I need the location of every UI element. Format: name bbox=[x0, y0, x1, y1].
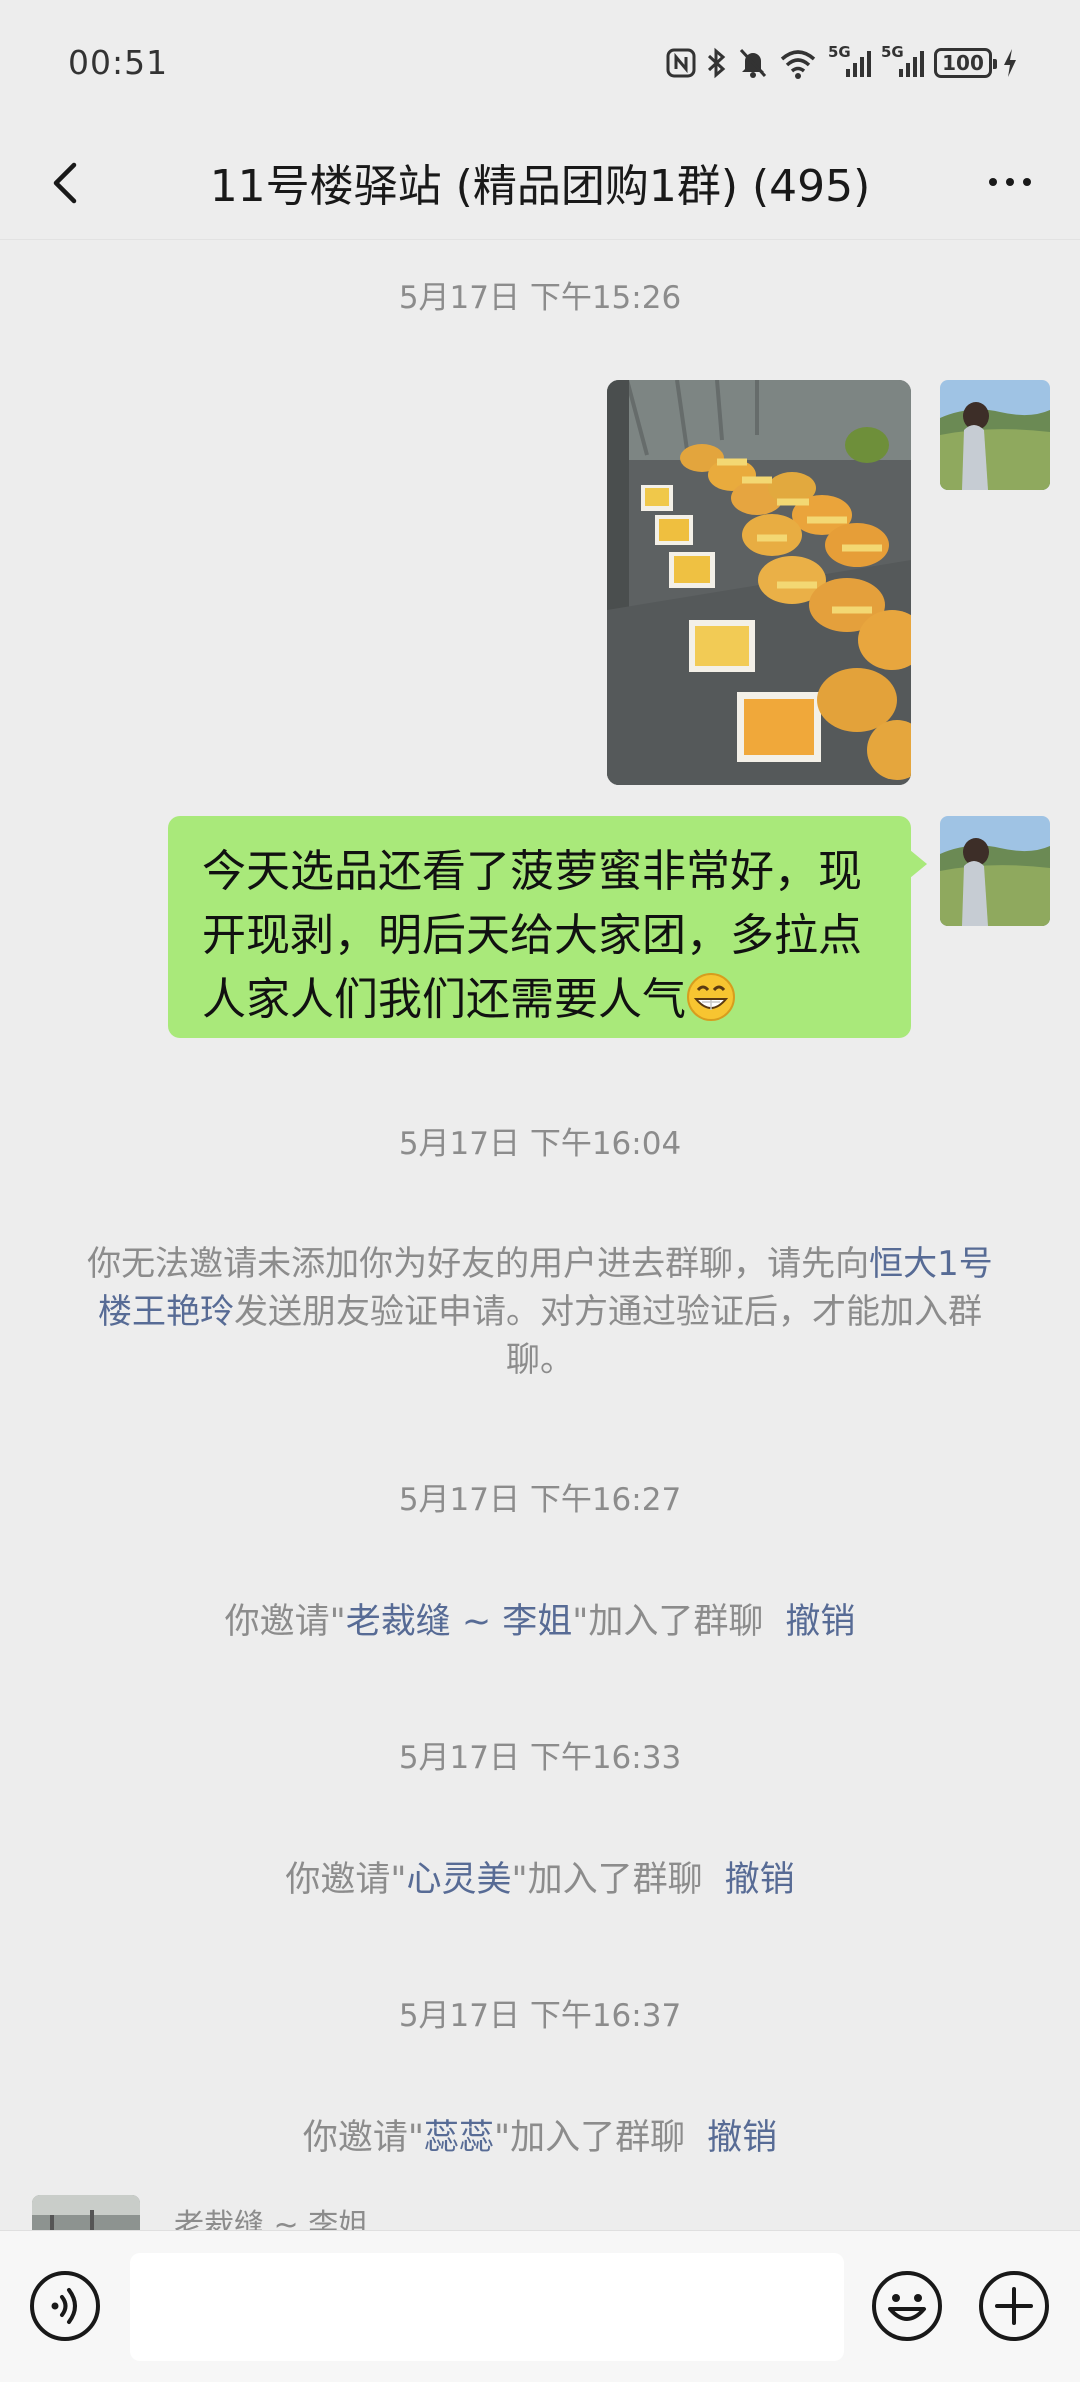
timestamp: 5月17日 下午16:37 bbox=[398, 1998, 682, 2034]
notice-text: 发送朋友验证申请。对方通过验证后，才能加入群聊。 bbox=[234, 1292, 982, 1380]
status-icons: 5G 5G 100 bbox=[666, 43, 1018, 80]
emoji-icon[interactable] bbox=[870, 2269, 944, 2343]
text-message: 今天选品还看了菠萝蜜非常好，现开现剥，明后天给大家团，多拉点人家人们我们还需要人… bbox=[202, 846, 862, 1025]
charging-icon bbox=[1002, 46, 1018, 80]
timestamp: 5月17日 下午16:04 bbox=[398, 1126, 682, 1162]
revoke-button[interactable]: 撤销 bbox=[785, 1602, 855, 1642]
chat-messages[interactable]: 5月17日 下午15:26 今天选品还看了菠萝蜜非常好，现开现剥，明后天给大家团… bbox=[0, 240, 1080, 2230]
nfc-icon bbox=[666, 46, 696, 80]
invitee-link[interactable]: 心灵美 bbox=[406, 1860, 511, 1900]
message-input[interactable] bbox=[130, 2253, 844, 2361]
invite-prefix: 你邀请" bbox=[224, 1602, 346, 1642]
wifi-icon bbox=[778, 46, 818, 80]
chat-title: 11号楼驿站 (精品团购1群) (495) bbox=[209, 161, 871, 212]
signal-label: 5G bbox=[828, 42, 851, 61]
battery-icon: 100 bbox=[934, 47, 997, 78]
status-bar: 00:51 5G 5G 100 bbox=[0, 0, 1080, 125]
more-icon[interactable] bbox=[980, 157, 1040, 207]
notice-text: 你无法邀请未添加你为好友的用户进去群聊，请先向 bbox=[87, 1244, 870, 1284]
bluetooth-icon bbox=[706, 46, 728, 80]
invitee-link[interactable]: 老裁缝 ~ 李姐 bbox=[346, 1602, 573, 1642]
invite-prefix: 你邀请" bbox=[285, 1860, 407, 1900]
system-notice: 你无法邀请未添加你为好友的用户进去群聊，请先向恒大1号楼王艳玲发送朋友验证申请。… bbox=[80, 1240, 1000, 1384]
revoke-button[interactable]: 撤销 bbox=[707, 2118, 777, 2158]
back-icon[interactable] bbox=[40, 155, 96, 211]
invite-notice: 你邀请"蕊蕊"加入了群聊 撤销 bbox=[0, 2109, 1080, 2160]
invite-notice: 你邀请"心灵美"加入了群聊 撤销 bbox=[0, 1851, 1080, 1902]
grin-emoji-icon bbox=[686, 972, 736, 1022]
revoke-button[interactable]: 撤销 bbox=[725, 1860, 795, 1900]
status-time: 00:51 bbox=[68, 43, 169, 82]
timestamp: 5月17日 下午16:27 bbox=[398, 1482, 682, 1518]
timestamp: 5月17日 下午15:26 bbox=[398, 280, 682, 316]
signal-icon: 5G bbox=[828, 43, 871, 77]
chat-header: 11号楼驿站 (精品团购1群) (495) bbox=[0, 125, 1080, 240]
invite-prefix: 你邀请" bbox=[302, 2118, 424, 2158]
sender-name: 老裁缝 ~ 李姐 bbox=[174, 2208, 369, 2230]
my-avatar[interactable] bbox=[940, 380, 1050, 490]
invitee-link[interactable]: 蕊蕊 bbox=[424, 2118, 494, 2158]
invite-notice: 你邀请"老裁缝 ~ 李姐"加入了群聊 撤销 bbox=[0, 1593, 1080, 1644]
plus-icon[interactable] bbox=[977, 2269, 1051, 2343]
timestamp: 5月17日 下午16:33 bbox=[398, 1740, 682, 1776]
signal-label-2: 5G bbox=[881, 42, 904, 61]
image-message[interactable] bbox=[607, 380, 911, 785]
voice-icon[interactable] bbox=[28, 2269, 102, 2343]
invite-suffix: "加入了群聊 bbox=[494, 2118, 686, 2158]
text-message-bubble[interactable]: 今天选品还看了菠萝蜜非常好，现开现剥，明后天给大家团，多拉点人家人们我们还需要人… bbox=[168, 816, 927, 1038]
mute-icon bbox=[738, 46, 768, 80]
input-bar bbox=[0, 2230, 1080, 2382]
invite-suffix: "加入了群聊 bbox=[572, 1602, 764, 1642]
sender-avatar[interactable] bbox=[32, 2195, 140, 2230]
signal-icon-2: 5G bbox=[881, 43, 924, 77]
my-avatar[interactable] bbox=[940, 816, 1050, 926]
invite-suffix: "加入了群聊 bbox=[511, 1860, 703, 1900]
